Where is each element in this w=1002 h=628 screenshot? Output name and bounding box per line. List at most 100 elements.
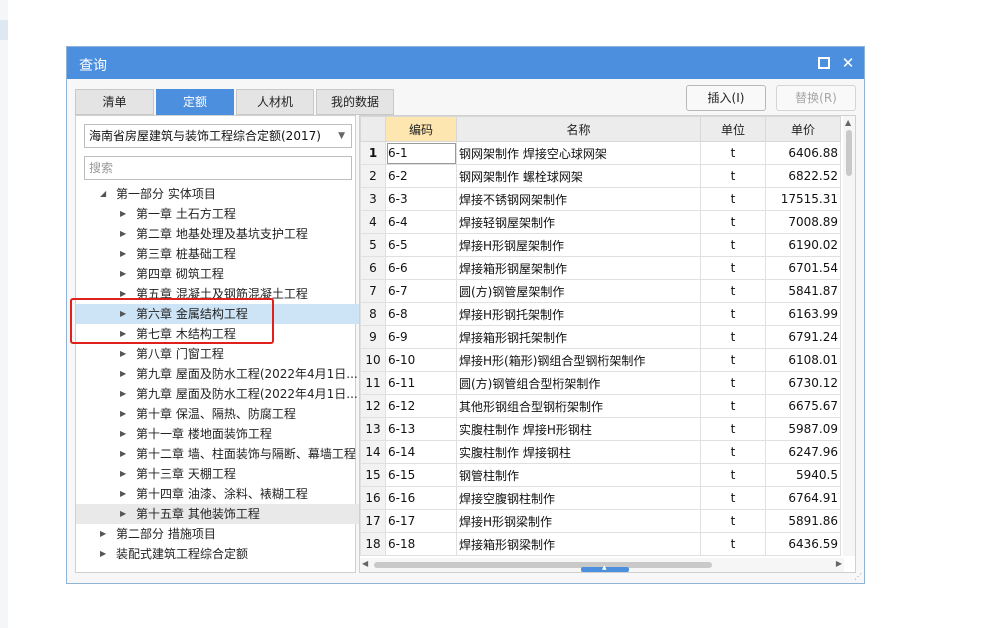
tree-chapter-node[interactable]: ▶ 第四章 砌筑工程 <box>76 264 361 284</box>
price-cell[interactable]: 6163.99 <box>765 302 841 326</box>
tree-chapter-node[interactable]: ▶ 第六章 金属结构工程 <box>76 304 361 324</box>
table-row[interactable]: 12 6-12 其他形钢组合型钢桁架制作 t 6675.67 <box>360 394 841 418</box>
table-row[interactable]: 2 6-2 钢网架制作 螺栓球网架 t 6822.52 <box>360 164 841 188</box>
expand-arrow-icon[interactable]: ▶ <box>120 284 126 304</box>
code-cell[interactable]: 6-10 <box>385 348 457 372</box>
table-row[interactable]: 8 6-8 焊接H形钢托架制作 t 6163.99 <box>360 302 841 326</box>
price-cell[interactable]: 6675.67 <box>765 394 841 418</box>
expand-arrow-icon[interactable]: ▶ <box>120 504 126 524</box>
code-cell[interactable]: 6-17 <box>385 509 457 533</box>
tree-chapter-node[interactable]: ▶ 第七章 木结构工程 <box>76 324 361 344</box>
price-cell[interactable]: 6701.54 <box>765 256 841 280</box>
price-cell[interactable]: 6108.01 <box>765 348 841 372</box>
tab-qingdan[interactable]: 清单 <box>75 89 154 115</box>
column-header-unit[interactable]: 单位 <box>700 116 766 142</box>
name-cell[interactable]: 钢管柱制作 <box>456 463 701 487</box>
tree-chapter-node[interactable]: ▶ 第十章 保温、隔热、防腐工程 <box>76 404 361 424</box>
unit-cell[interactable]: t <box>700 417 766 441</box>
price-cell[interactable]: 6406.88 <box>765 141 841 165</box>
expand-arrow-icon[interactable]: ▶ <box>100 524 106 544</box>
table-row[interactable]: 18 6-18 焊接箱形钢梁制作 t 6436.59 <box>360 532 841 556</box>
name-cell[interactable]: 焊接H形钢屋架制作 <box>456 233 701 257</box>
tree-section-node[interactable]: ▶ 第二部分 措施项目 <box>76 524 355 544</box>
code-cell[interactable]: 6-2 <box>385 164 457 188</box>
table-row[interactable]: 4 6-4 焊接轻钢屋架制作 t 7008.89 <box>360 210 841 234</box>
code-cell[interactable]: 6-9 <box>385 325 457 349</box>
resize-grip-icon[interactable]: ⋰ <box>854 572 862 581</box>
unit-cell[interactable]: t <box>700 256 766 280</box>
tree-chapter-node[interactable]: ▶ 第十四章 油漆、涂料、裱糊工程 <box>76 484 361 504</box>
price-cell[interactable]: 6190.02 <box>765 233 841 257</box>
name-cell[interactable]: 焊接空腹钢柱制作 <box>456 486 701 510</box>
unit-cell[interactable]: t <box>700 394 766 418</box>
tab-dinge[interactable]: 定额 <box>156 89 234 115</box>
expand-arrow-icon[interactable]: ▶ <box>120 404 126 424</box>
name-cell[interactable]: 焊接不锈钢网架制作 <box>456 187 701 211</box>
expand-arrow-icon[interactable]: ▶ <box>120 244 126 264</box>
table-row[interactable]: 14 6-14 实腹柱制作 焊接钢柱 t 6247.96 <box>360 440 841 464</box>
tab-my-data[interactable]: 我的数据 <box>316 89 394 115</box>
price-cell[interactable]: 5891.86 <box>765 509 841 533</box>
dialog-titlebar[interactable]: 查询 ✕ <box>67 47 864 79</box>
expand-arrow-icon[interactable]: ▶ <box>120 304 126 324</box>
price-cell[interactable]: 5841.87 <box>765 279 841 303</box>
expand-arrow-icon[interactable]: ▶ <box>120 344 126 364</box>
vertical-scroll-thumb[interactable] <box>846 130 852 176</box>
code-cell[interactable]: 6-18 <box>385 532 457 556</box>
expand-arrow-icon[interactable]: ▶ <box>120 484 126 504</box>
code-cell[interactable]: 6-8 <box>385 302 457 326</box>
name-cell[interactable]: 焊接箱形钢梁制作 <box>456 532 701 556</box>
code-cell[interactable]: 6-5 <box>385 233 457 257</box>
library-select[interactable]: 海南省房屋建筑与装饰工程综合定额(2017) ▼ <box>84 124 352 148</box>
name-cell[interactable]: 焊接H形钢托架制作 <box>456 302 701 326</box>
tree-section-node[interactable]: ▶ 装配式建筑工程综合定额 <box>76 544 355 564</box>
table-row[interactable]: 16 6-16 焊接空腹钢柱制作 t 6764.91 <box>360 486 841 510</box>
scroll-right-icon[interactable]: ▶ <box>836 559 842 568</box>
vertical-scrollbar[interactable]: ▲ <box>843 116 855 556</box>
name-cell[interactable]: 焊接H形(箱形)钢组合型钢桁架制作 <box>456 348 701 372</box>
tree-chapter-node[interactable]: ▶ 第八章 门窗工程 <box>76 344 361 364</box>
unit-cell[interactable]: t <box>700 486 766 510</box>
price-cell[interactable]: 6436.59 <box>765 532 841 556</box>
code-cell[interactable]: 6-16 <box>385 486 457 510</box>
tree-chapter-node[interactable]: ▶ 第三章 桩基础工程 <box>76 244 361 264</box>
table-row[interactable]: 5 6-5 焊接H形钢屋架制作 t 6190.02 <box>360 233 841 257</box>
tree-chapter-node[interactable]: ▶ 第十二章 墙、柱面装饰与隔断、幕墙工程 <box>76 444 361 464</box>
replace-button[interactable]: 替换(R) <box>776 85 856 111</box>
horizontal-scroll-thumb[interactable] <box>374 562 712 568</box>
unit-cell[interactable]: t <box>700 348 766 372</box>
expand-arrow-icon[interactable]: ▶ <box>120 424 126 444</box>
scroll-up-icon[interactable]: ▲ <box>845 118 851 127</box>
code-cell[interactable]: 6-15 <box>385 463 457 487</box>
code-cell[interactable]: 6-7 <box>385 279 457 303</box>
table-row[interactable]: 13 6-13 实腹柱制作 焊接H形钢柱 t 5987.09 <box>360 417 841 441</box>
table-row[interactable]: 15 6-15 钢管柱制作 t 5940.5 <box>360 463 841 487</box>
table-row[interactable]: 6 6-6 焊接箱形钢屋架制作 t 6701.54 <box>360 256 841 280</box>
expand-arrow-icon[interactable]: ▶ <box>120 464 126 484</box>
price-cell[interactable]: 6791.24 <box>765 325 841 349</box>
price-cell[interactable]: 5940.5 <box>765 463 841 487</box>
price-cell[interactable]: 17515.31 <box>765 187 841 211</box>
tree-chapter-node[interactable]: ▶ 第九章 屋面及防水工程(2022年4月1日... <box>76 384 361 404</box>
name-cell[interactable]: 焊接箱形钢托架制作 <box>456 325 701 349</box>
expand-arrow-icon[interactable]: ▶ <box>120 324 126 344</box>
name-cell[interactable]: 焊接箱形钢屋架制作 <box>456 256 701 280</box>
table-row[interactable]: 17 6-17 焊接H形钢梁制作 t 5891.86 <box>360 509 841 533</box>
code-cell[interactable]: 6-3 <box>385 187 457 211</box>
price-cell[interactable]: 6730.12 <box>765 371 841 395</box>
tree-chapter-node[interactable]: ▶ 第一章 土石方工程 <box>76 204 361 224</box>
code-cell[interactable]: 6-12 <box>385 394 457 418</box>
unit-cell[interactable]: t <box>700 187 766 211</box>
expand-arrow-icon[interactable]: ▶ <box>120 384 126 404</box>
collapse-arrow-icon[interactable]: ◢ <box>100 184 106 204</box>
column-header-code[interactable]: 编码 <box>385 116 457 142</box>
table-row[interactable]: 1 6-1 钢网架制作 焊接空心球网架 t 6406.88 <box>360 141 841 165</box>
insert-button[interactable]: 插入(I) <box>686 85 766 111</box>
name-cell[interactable]: 钢网架制作 焊接空心球网架 <box>456 141 701 165</box>
tree-chapter-node[interactable]: ▶ 第九章 屋面及防水工程(2022年4月1日... <box>76 364 361 384</box>
name-cell[interactable]: 实腹柱制作 焊接H形钢柱 <box>456 417 701 441</box>
panel-splitter-handle[interactable]: ▲ <box>581 564 629 572</box>
unit-cell[interactable]: t <box>700 141 766 165</box>
expand-arrow-icon[interactable]: ▶ <box>120 264 126 284</box>
scroll-left-icon[interactable]: ◀ <box>362 559 368 568</box>
